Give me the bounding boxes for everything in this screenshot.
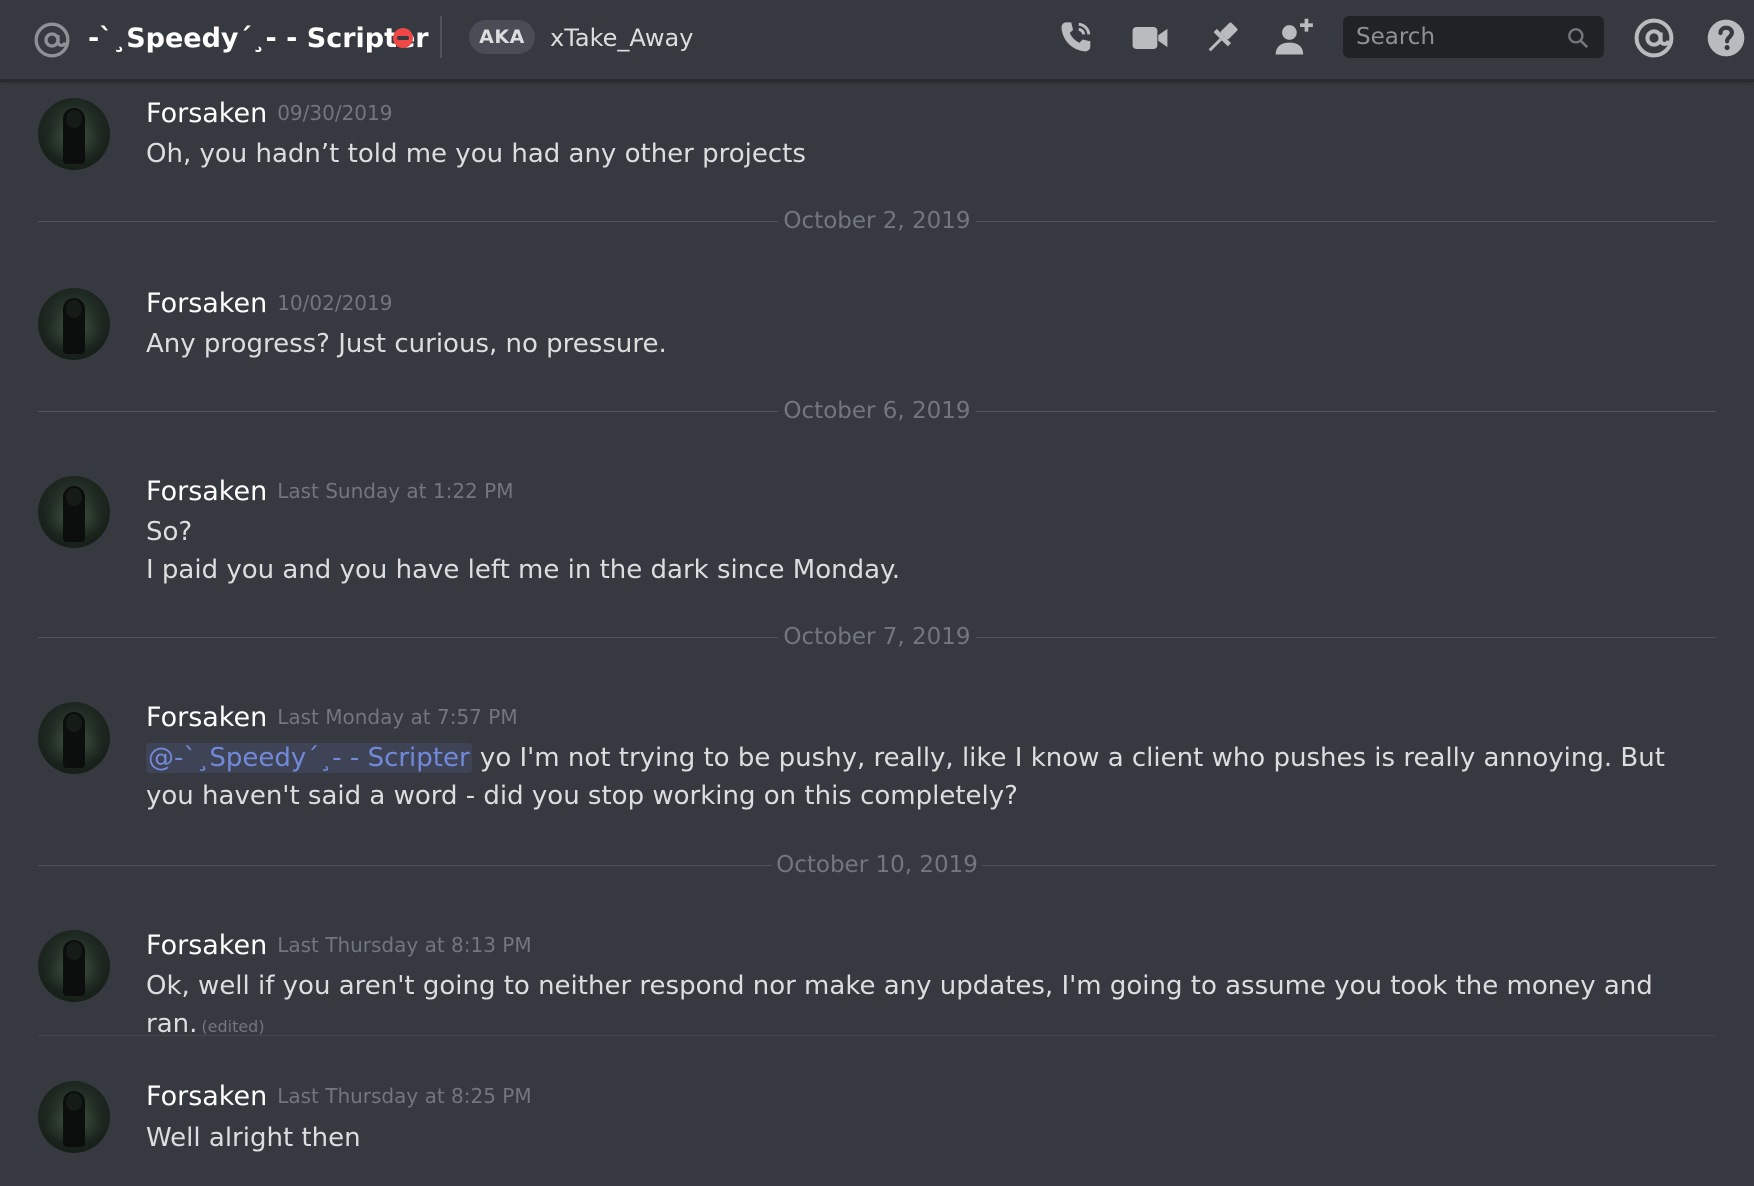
message-divider: [38, 1035, 1716, 1036]
pin-icon[interactable]: [1200, 16, 1244, 60]
message-line: Well alright then: [146, 1123, 361, 1153]
message-timestamp: Last Monday at 7:57 PM: [277, 705, 518, 729]
search-box[interactable]: [1343, 16, 1604, 58]
message-author[interactable]: Forsaken Last Thursday at 8:13 PM: [146, 928, 532, 963]
avatar[interactable]: [38, 702, 110, 774]
avatar[interactable]: [38, 288, 110, 360]
search-input[interactable]: [1343, 16, 1563, 58]
date-divider-label: October 2, 2019: [783, 208, 971, 234]
message-content: Well alright then: [146, 1119, 1706, 1157]
message-line: So?: [146, 517, 193, 547]
date-divider-label: October 7, 2019: [783, 624, 971, 650]
date-divider: October 2, 2019: [38, 206, 1716, 236]
mentions-icon[interactable]: [1632, 16, 1676, 60]
date-divider: October 6, 2019: [38, 396, 1716, 426]
message-text: Ok, well if you aren't going to neither …: [146, 971, 1653, 1039]
message-line: I paid you and you have left me in the d…: [146, 555, 900, 585]
message-author[interactable]: Forsaken 09/30/2019: [146, 96, 392, 131]
user-mention[interactable]: @-`¸Speedy´¸- - Scripter: [146, 743, 472, 773]
dnd-status-icon: [393, 28, 413, 48]
search-icon: [1568, 28, 1589, 49]
header-divider: [440, 16, 442, 58]
avatar[interactable]: [38, 1081, 110, 1153]
aka-badge[interactable]: AKA: [469, 20, 535, 54]
message-timestamp: Last Sunday at 1:22 PM: [277, 479, 514, 503]
message-content: @-`¸Speedy´¸- - Scripter yo I'm not tryi…: [146, 739, 1706, 815]
aka-name: xTake_Away: [550, 24, 694, 52]
edited-label: (edited): [201, 1017, 265, 1036]
video-call-icon[interactable]: [1128, 16, 1172, 60]
message-timestamp: Last Thursday at 8:25 PM: [277, 1084, 532, 1108]
message-content: Any progress? Just curious, no pressure.: [146, 325, 1706, 363]
message-author[interactable]: Forsaken Last Thursday at 8:25 PM: [146, 1079, 532, 1114]
message-content: So? I paid you and you have left me in t…: [146, 513, 1706, 589]
message-list: Forsaken 09/30/2019 Oh, you hadn’t told m…: [0, 81, 1754, 1186]
help-icon[interactable]: [1704, 16, 1748, 60]
avatar[interactable]: [38, 98, 110, 170]
dm-recipient-name[interactable]: -`¸Speedy´¸- - Scripter: [88, 20, 429, 58]
at-icon: [34, 22, 70, 58]
date-divider-label: October 10, 2019: [776, 852, 978, 878]
avatar[interactable]: [38, 476, 110, 548]
date-divider: October 7, 2019: [38, 622, 1716, 652]
message-line: Any progress? Just curious, no pressure.: [146, 329, 667, 359]
message-timestamp: 09/30/2019: [277, 101, 393, 125]
date-divider: October 10, 2019: [38, 850, 1716, 880]
channel-header: -`¸Speedy´¸- - Scripter AKA xTake_Away: [0, 0, 1754, 81]
message-author[interactable]: Forsaken 10/02/2019: [146, 286, 392, 321]
message-content: Oh, you hadn’t told me you had any other…: [146, 135, 1706, 173]
voice-call-icon[interactable]: [1054, 16, 1098, 60]
message-author[interactable]: Forsaken Last Monday at 7:57 PM: [146, 700, 518, 735]
message-timestamp: 10/02/2019: [277, 291, 393, 315]
date-divider-label: October 6, 2019: [783, 398, 971, 424]
message-timestamp: Last Thursday at 8:13 PM: [277, 933, 532, 957]
add-friend-icon[interactable]: [1272, 16, 1316, 60]
message-author[interactable]: Forsaken Last Sunday at 1:22 PM: [146, 474, 513, 509]
message-line: Oh, you hadn’t told me you had any other…: [146, 139, 806, 169]
avatar[interactable]: [38, 930, 110, 1002]
